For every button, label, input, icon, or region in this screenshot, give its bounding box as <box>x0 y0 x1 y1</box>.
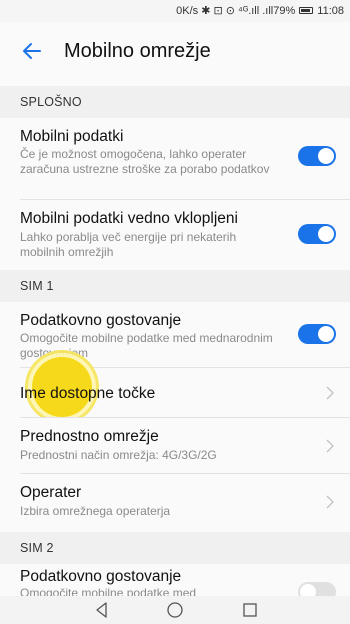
chevron-right-icon <box>326 439 334 453</box>
setting-title: Operater <box>20 484 82 501</box>
setting-title: Mobilni podatki vedno vklopljeni <box>20 210 238 227</box>
back-arrow-icon[interactable] <box>20 39 44 63</box>
page-title: Mobilno omrežje <box>64 40 211 62</box>
chevron-right-icon <box>326 495 334 509</box>
always-on-toggle[interactable] <box>298 224 336 244</box>
sim2-roaming-toggle[interactable] <box>298 582 336 596</box>
setting-title: Prednostno omrežje <box>20 428 159 445</box>
section-header-sim2: SIM 2 <box>0 532 350 564</box>
setting-always-on[interactable]: Mobilni podatki vedno vklopljeni Lahko p… <box>0 200 350 268</box>
status-bar: 0K/s ✱ ⊡ ⊙ ⁴ᴳ.ıll .ıll79% 11:08 <box>0 0 350 22</box>
setting-title: Mobilni podatki <box>20 128 124 145</box>
setting-mobile-data[interactable]: Mobilni podatki Če je možnost omogočena,… <box>0 118 350 200</box>
setting-subtitle: Prednostni način omrežja: 4G/3G/2G <box>20 448 217 462</box>
chevron-right-icon <box>326 386 334 400</box>
setting-sim2-roaming[interactable]: Podatkovno gostovanje Omogočite mobilne … <box>0 564 350 596</box>
setting-title: Ime dostopne točke <box>20 385 156 402</box>
section-label: SPLOŠNO <box>20 95 82 109</box>
setting-preferred-network[interactable]: Prednostno omrežje Prednostni način omre… <box>0 418 350 474</box>
nav-recent-apps-icon[interactable] <box>240 600 260 620</box>
setting-operator[interactable]: Operater Izbira omrežnega operaterja <box>0 474 350 530</box>
status-time: 11:08 <box>317 4 344 17</box>
setting-subtitle: Omogočite mobilne podatke med <box>20 586 197 596</box>
battery-icon <box>299 7 314 14</box>
setting-title: Podatkovno gostovanje <box>20 568 182 585</box>
navigation-bar <box>0 596 350 624</box>
setting-subtitle: Omogočite mobilne podatke med mednarodni… <box>20 331 273 360</box>
setting-subtitle: Lahko porablja več energije pri nekateri… <box>20 230 237 259</box>
section-label: SIM 1 <box>20 279 54 293</box>
mobile-data-toggle[interactable] <box>298 146 336 166</box>
section-label: SIM 2 <box>20 541 54 555</box>
status-text: 0K/s ✱ ⊡ ⊙ ⁴ᴳ.ıll .ıll79% <box>176 5 296 17</box>
sim1-roaming-toggle[interactable] <box>298 324 336 344</box>
setting-apn[interactable]: Ime dostopne točke <box>0 368 350 418</box>
app-bar: Mobilno omrežje <box>0 22 350 82</box>
section-header-sim1: SIM 1 <box>0 270 350 302</box>
setting-subtitle: Če je možnost omogočena, lahko operater … <box>20 147 270 176</box>
nav-back-icon[interactable] <box>92 600 112 620</box>
setting-title: Podatkovno gostovanje <box>20 312 182 329</box>
section-header-general: SPLOŠNO <box>0 86 350 118</box>
nav-home-icon[interactable] <box>165 600 185 620</box>
status-icons: 0K/s ✱ ⊡ ⊙ ⁴ᴳ.ıll .ıll79% 11:08 <box>176 4 344 18</box>
setting-subtitle: Izbira omrežnega operaterja <box>20 504 171 518</box>
